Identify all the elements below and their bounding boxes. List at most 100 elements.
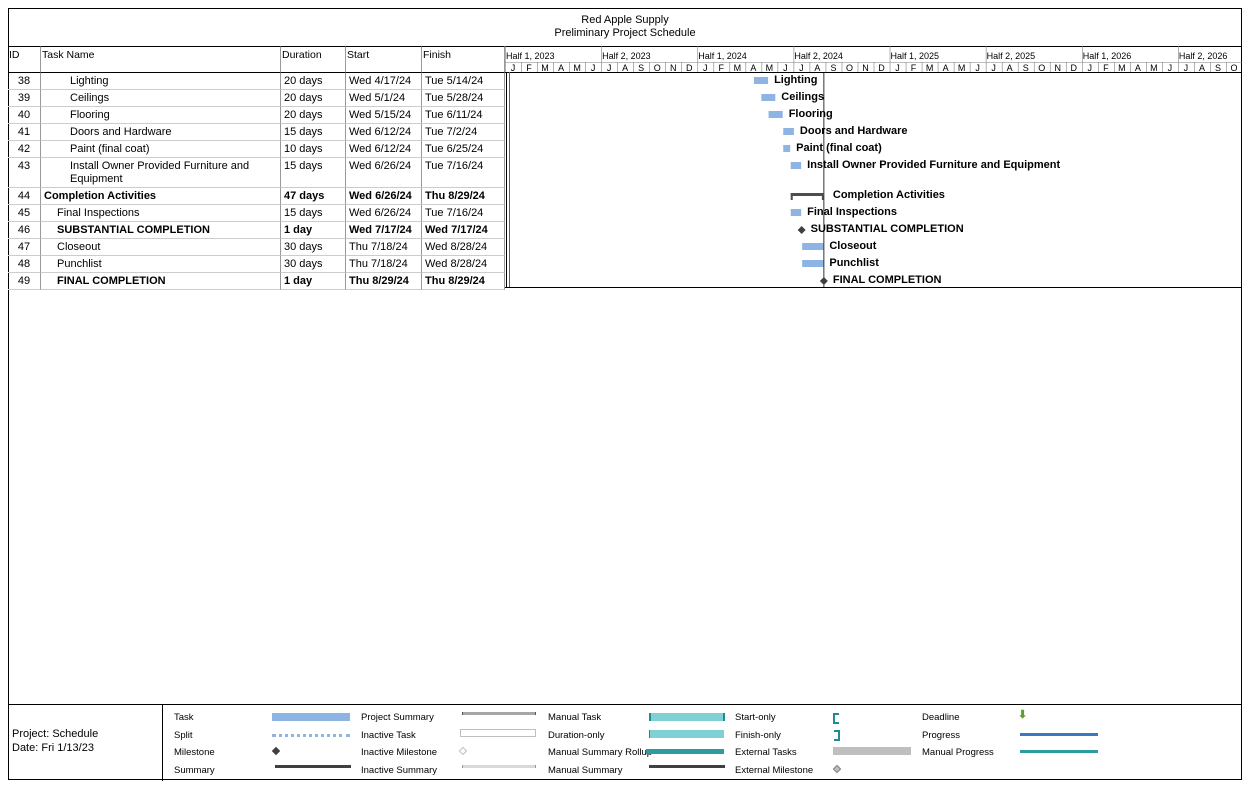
deadline-arrow-icon: ⬇ <box>1018 709 1028 721</box>
task-duration-cell: 15 days <box>281 124 346 141</box>
month-label: A <box>1199 63 1205 73</box>
task-bar <box>783 145 791 152</box>
task-id-cell: 48 <box>8 256 41 273</box>
legend-milestone-label: Milestone <box>174 747 215 758</box>
task-start-cell: Wed 6/12/24 <box>346 124 422 141</box>
month-label: M <box>734 63 742 73</box>
table-row[interactable]: 40 Flooring 20 days Wed 5/15/24 Tue 6/11/24 <box>8 107 505 124</box>
bar-label: Doors and Hardware <box>800 125 908 137</box>
month-label: A <box>943 63 949 73</box>
task-duration-cell: 15 days <box>281 158 346 188</box>
legend-split-symbol <box>272 734 350 738</box>
task-start-cell: Wed 6/26/24 <box>346 188 422 205</box>
month-label: D <box>878 63 885 73</box>
task-name-text: Closeout <box>57 241 101 253</box>
task-finish-cell: Wed 7/17/24 <box>422 222 505 239</box>
month-label: J <box>991 63 996 73</box>
task-name-text: Punchlist <box>57 258 102 270</box>
bar-label: Punchlist <box>829 257 879 269</box>
legend-progress-symbol <box>1020 733 1098 736</box>
table-row[interactable]: 41 Doors and Hardware 15 days Wed 6/12/24 Tu… <box>8 124 505 141</box>
table-row[interactable]: 45 Final Inspections 15 days Wed 6/26/24 Tue… <box>8 205 505 222</box>
legend-inactive-summary-symbol <box>462 765 536 768</box>
table-row[interactable]: 48 Punchlist 30 days Thu 7/18/24 Wed 8/28/24 <box>8 256 505 273</box>
half-year-label: Half 2, 2026 <box>1179 51 1228 61</box>
task-start-cell: Wed 6/26/24 <box>346 158 422 188</box>
task-name-text: Final Inspections <box>57 207 140 219</box>
legend: Project: Schedule Date: Fri 1/13/23 Task… <box>8 704 1242 781</box>
finish-only-icon <box>834 730 840 741</box>
task-table: ID Task Name Duration Start Finish 38 Lig… <box>8 46 505 290</box>
month-label: M <box>573 63 581 73</box>
month-label: M <box>1150 63 1158 73</box>
task-id-cell: 40 <box>8 107 41 124</box>
column-header-finish[interactable]: Finish <box>422 46 505 73</box>
task-name-cell: SUBSTANTIAL COMPLETION <box>41 222 281 239</box>
task-bar <box>761 94 776 101</box>
task-name-cell: Install Owner Provided Furniture and Equi… <box>41 158 281 188</box>
task-id-cell: 45 <box>8 205 41 222</box>
legend-manual-progress-symbol <box>1020 750 1098 753</box>
table-row[interactable]: 38 Lighting 20 days Wed 4/17/24 Tue 5/14/24 <box>8 73 505 90</box>
column-header-id[interactable]: ID <box>8 46 41 73</box>
task-start-cell: Thu 8/29/24 <box>346 273 422 290</box>
table-row[interactable]: 43 Install Owner Provided Furniture and Eq… <box>8 158 505 188</box>
task-name-cell: Flooring <box>41 107 281 124</box>
legend-progress-label: Progress <box>922 730 961 741</box>
bar-label: Flooring <box>789 108 833 120</box>
task-bar <box>783 128 794 135</box>
legend-project-summary-label: Project Summary <box>361 712 434 723</box>
task-finish-cell: Thu 8/29/24 <box>422 188 505 205</box>
table-row[interactable]: 44 Completion Activities 47 days Wed 6/26/2… <box>8 188 505 205</box>
column-header-task-name[interactable]: Task Name <box>41 46 281 73</box>
gantt-svg: Half 1, 2023 Half 2, 2023 Half 1, 2024 Half… <box>505 46 1242 288</box>
column-header-duration[interactable]: Duration <box>281 46 346 73</box>
month-label: J <box>511 63 516 73</box>
month-label: M <box>541 63 549 73</box>
month-label: M <box>926 63 934 73</box>
task-name-cell: Punchlist <box>41 256 281 273</box>
start-only-icon <box>833 713 839 724</box>
legend-task-label: Task <box>174 712 194 723</box>
month-label: M <box>766 63 774 73</box>
table-row[interactable]: 39 Ceilings 20 days Wed 5/1/24 Tue 5/28/24 <box>8 90 505 107</box>
task-id-cell: 44 <box>8 188 41 205</box>
task-start-cell: Wed 4/17/24 <box>346 73 422 90</box>
page-title: Red Apple Supply Preliminary Project Sch… <box>8 8 1242 46</box>
task-id-cell: 38 <box>8 73 41 90</box>
month-label: F <box>1103 63 1109 73</box>
month-label: D <box>1071 63 1078 73</box>
task-bar <box>802 260 824 267</box>
month-label: J <box>1168 63 1173 73</box>
month-label: J <box>1088 63 1093 73</box>
task-finish-cell: Tue 6/11/24 <box>422 107 505 124</box>
task-name-cell: FINAL COMPLETION <box>41 273 281 290</box>
table-row[interactable]: 49 FINAL COMPLETION 1 day Thu 8/29/24 Thu 8/… <box>8 273 505 290</box>
month-label: J <box>607 63 612 73</box>
task-id-cell: 49 <box>8 273 41 290</box>
table-row[interactable]: 46 SUBSTANTIAL COMPLETION 1 day Wed 7/17/24… <box>8 222 505 239</box>
column-header-start[interactable]: Start <box>346 46 422 73</box>
month-label: A <box>750 63 756 73</box>
task-duration-cell: 30 days <box>281 239 346 256</box>
task-name-text: FINAL COMPLETION <box>57 275 166 287</box>
month-label: N <box>670 63 677 73</box>
legend-divider <box>162 705 163 781</box>
task-name-text: Install Owner Provided Furniture and <box>70 160 250 172</box>
task-bar <box>802 243 824 250</box>
month-label: J <box>1184 63 1189 73</box>
month-label: S <box>1023 63 1029 73</box>
table-row[interactable]: 42 Paint (final coat) 10 days Wed 6/12/24 Tu… <box>8 141 505 158</box>
month-label: N <box>1055 63 1062 73</box>
task-name-text-continued: Equipment <box>70 173 123 185</box>
half-year-label: Half 1, 2024 <box>698 51 747 61</box>
legend-external-milestone-label: External Milestone <box>735 765 814 776</box>
task-id-cell: 46 <box>8 222 41 239</box>
month-label: A <box>622 63 628 73</box>
task-name-text: Doors and Hardware <box>70 126 172 138</box>
task-duration-cell: 1 day <box>281 273 346 290</box>
table-row[interactable]: 47 Closeout 30 days Thu 7/18/24 Wed 8/28/24 <box>8 239 505 256</box>
legend-duration-only-symbol <box>649 730 724 738</box>
task-name-text: SUBSTANTIAL COMPLETION <box>57 224 210 236</box>
task-finish-cell: Tue 7/2/24 <box>422 124 505 141</box>
